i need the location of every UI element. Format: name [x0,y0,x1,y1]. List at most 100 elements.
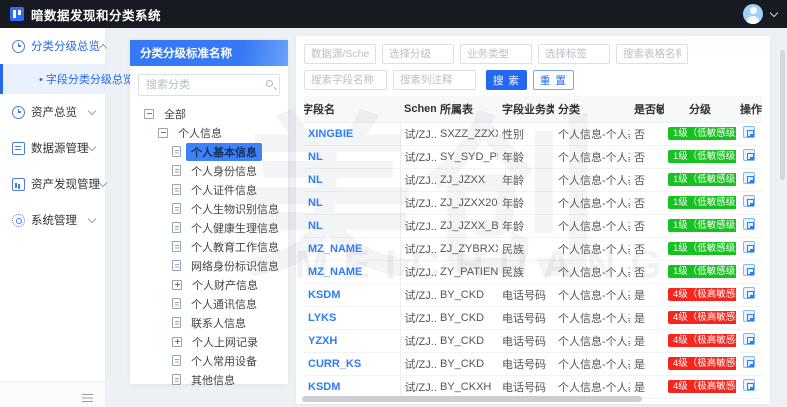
level-badge: 1级（低敏感级） [668,172,736,187]
tree-node-label: 个人生物识别信息 [191,203,279,216]
filter-input[interactable] [382,44,454,64]
tree-node-label: 个人证件信息 [191,184,257,197]
tree-node-label: 其他信息 [191,374,235,387]
level-badge: 4级（极高敏感级） [668,310,736,325]
tree-node[interactable]: 个人基本信息 [130,142,288,161]
level-badge: 4级（极高敏感级） [668,333,736,348]
tree-search [138,74,280,96]
tree-node[interactable]: 个人信息 [130,123,288,142]
tree-node[interactable]: 个人身份信息 [130,161,288,180]
category-cell: 个人信息-个人基本... [558,243,630,256]
sidebar-item[interactable]: 分类分级总览 [0,28,108,64]
field-name-link[interactable]: NL [308,220,323,232]
tree-node-icon [172,260,181,271]
detail-icon[interactable] [743,126,755,138]
field-classification-main: 搜 索 重 置 字段名 Schema 所属表 字段业务类型 分类 [296,36,770,404]
detail-icon[interactable] [743,310,755,322]
table-row: MZ_NAME 试/ZJ... ZJ_ZYBRXX 民族 个人信息-个人基本..… [304,237,762,261]
chevron-down-icon[interactable] [769,8,779,17]
table-row: KSDM 试/ZJ... BY_CKD 电话号码 个人信息-个人基本... 是 … [304,283,762,307]
tree-node-icon [172,203,181,214]
detail-icon[interactable] [743,172,755,184]
filter-input[interactable] [304,44,376,64]
filter-input[interactable] [538,44,610,64]
field-name-link[interactable]: MZ_NAME [308,266,362,278]
table-row: NL 试/ZJ... ZJ_JZXX 年龄 个人信息-个人基本... 否 1级（… [304,168,762,192]
field-name-link[interactable]: KSDM [308,381,340,393]
filter-input[interactable] [460,44,532,64]
schema-cell: 试/ZJ... [404,220,437,233]
reset-button[interactable]: 重 置 [532,70,574,90]
detail-icon[interactable] [743,356,755,368]
sensitive-cell: 是 [634,312,645,325]
chevron-icon [98,178,108,187]
tree-node[interactable]: 全部 [130,104,288,123]
tree-node[interactable]: 个人通讯信息 [130,294,288,313]
tree-node-icon [172,184,181,195]
schema-cell: 试/ZJ... [404,266,437,279]
tree-node-label: 个人身份信息 [191,165,257,178]
business-type-cell: 电话号码 [502,289,546,302]
sidebar-item-label: 系统管理 [31,215,77,227]
table-row: NL 试/ZJ... SY_SYD_PRINT 年龄 个人信息-个人基本... … [304,145,762,169]
tree-node-icon [158,127,168,138]
tree-search-input[interactable] [138,74,280,96]
owning-table-cell: BY_CKD [440,288,485,301]
sidebar-item[interactable]: 资产总览 [0,94,105,130]
field-name-link[interactable]: KSDM [308,289,340,301]
tree-node-icon [172,317,181,328]
tree-node[interactable]: 联系人信息 [130,313,288,332]
sensitive-cell: 否 [634,128,645,141]
sidebar-item[interactable]: 系统管理 [0,202,105,238]
horizontal-scrollbar[interactable] [302,396,642,402]
owning-table-cell: ZJ_ZYBRXX [440,242,498,255]
field-name-link[interactable]: YZXH [308,335,337,347]
tree-node-label: 个人信息 [178,127,222,140]
detail-icon[interactable] [743,149,755,161]
sidebar-item[interactable]: 数据源管理 [0,130,105,166]
tree-node[interactable]: 个人上网记录 [130,332,288,351]
detail-icon[interactable] [743,379,755,391]
owning-table-cell: ZJ_JZXX200... [440,196,498,209]
vertical-scrollbar[interactable] [780,50,785,180]
filter-input[interactable] [393,70,476,90]
tree-node[interactable]: 个人教育工作信息 [130,237,288,256]
field-name-link[interactable]: LYKS [308,312,336,324]
search-button[interactable]: 搜 索 [486,70,527,90]
chevron-icon [87,106,97,115]
tree-node[interactable]: 网络身份标识信息 [130,256,288,275]
tree-node-label: 个人教育工作信息 [191,241,279,254]
tree-node[interactable]: 个人证件信息 [130,180,288,199]
sidebar-item-icon [12,141,25,155]
field-name-link[interactable]: NL [308,174,323,186]
tree-node[interactable]: 个人财产信息 [130,275,288,294]
detail-icon[interactable] [743,218,755,230]
detail-icon[interactable] [743,241,755,253]
filter-input[interactable] [616,44,688,64]
chevron-icon [87,142,97,151]
app-logo-icon [10,7,24,21]
field-name-link[interactable]: CURR_KS [308,358,361,370]
user-avatar[interactable] [743,4,763,24]
field-name-link[interactable]: NL [308,197,323,209]
field-name-link[interactable]: XINGBIE [308,128,353,140]
sidebar-item[interactable]: 资产发现管理 [0,166,108,202]
collapse-sidebar-icon[interactable] [82,393,93,396]
detail-icon[interactable] [743,287,755,299]
sidebar-item[interactable]: 字段分类分级总览 [0,64,140,94]
field-name-link[interactable]: NL [308,151,323,163]
tree-node[interactable]: 其他信息 [130,370,288,389]
table-header-cell: 操作 [736,96,762,123]
detail-icon[interactable] [743,333,755,345]
filter-input[interactable] [304,70,387,90]
table-row: KSDM 试/ZJ... BY_CKXH 电话号码 个人信息-个人基本... 是… [304,375,762,399]
detail-icon[interactable] [743,264,755,276]
sensitive-cell: 否 [634,151,645,164]
tree-node[interactable]: 个人健康生理信息 [130,218,288,237]
detail-icon[interactable] [743,195,755,207]
field-name-link[interactable]: MZ_NAME [308,243,362,255]
tree-node[interactable]: 个人常用设备 [130,351,288,370]
category-cell: 个人信息-个人基本... [558,381,630,394]
tree-node[interactable]: 个人生物识别信息 [130,199,288,218]
tree-node-icon [144,108,154,119]
